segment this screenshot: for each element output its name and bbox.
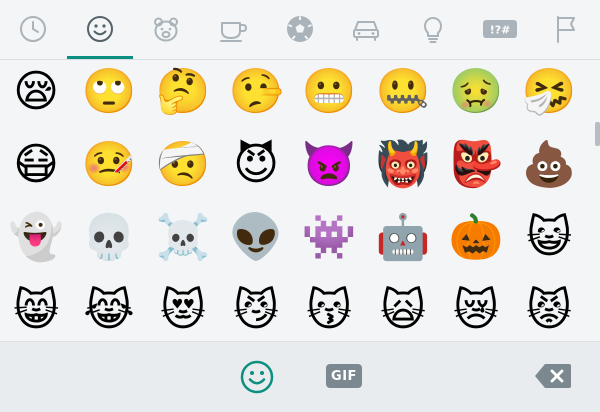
scrollbar[interactable] (595, 122, 600, 146)
emoji-grid: 😪 🙄 🤔 🤥 😬 🤐 🤢 🤧 😷 🤒 🤕 😈 👿 👹 👺 💩 👻 💀 ☠️ 👽 👾 🤖 🎃 😺 😸 😹 😻 😼 😽 🙀 😿 😾 (0, 60, 600, 341)
emoji-key[interactable]: 😿 (449, 284, 503, 338)
bottom-bar: GIF (0, 341, 600, 412)
tab-symbols[interactable]: !?# (467, 0, 533, 58)
emoji-key[interactable]: 👹 (376, 138, 431, 192)
soccer-ball-icon (287, 16, 313, 42)
category-tab-bar: !?# (0, 0, 600, 60)
emoji-key[interactable]: 🎃 (449, 211, 504, 265)
emoji-key[interactable]: 🤕 (156, 138, 211, 192)
emoji-key[interactable]: 😷 (9, 138, 63, 192)
emoji-key[interactable]: 😪 (9, 65, 63, 119)
emoji-key[interactable]: 😈 (229, 138, 283, 192)
emoji-key[interactable]: 👻 (9, 211, 64, 265)
emoji-key[interactable]: 👽 (229, 211, 284, 265)
tab-animals[interactable] (133, 0, 199, 58)
smiley-icon (87, 16, 113, 42)
emoji-key[interactable]: 🤖 (376, 211, 431, 265)
tab-travel[interactable] (333, 0, 399, 58)
tab-recent[interactable] (0, 0, 66, 58)
gif-button[interactable]: GIF (326, 364, 362, 388)
bear-icon (154, 17, 178, 42)
smiley-icon (240, 360, 274, 394)
tab-flags[interactable] (533, 0, 599, 58)
emoji-key[interactable]: 😸 (9, 284, 63, 338)
emoji-key[interactable]: 🙀 (376, 284, 430, 338)
emoji-key[interactable]: 😺 (522, 211, 576, 265)
clock-icon (20, 16, 46, 42)
symbols-tab-label: !?# (490, 24, 511, 37)
emoji-key[interactable]: 🤐 (376, 65, 431, 119)
emoji-key[interactable]: 😾 (522, 284, 576, 338)
emoji-key[interactable]: 🙄 (82, 65, 137, 119)
emoji-key[interactable]: 😬 (302, 65, 357, 119)
emoji-key[interactable]: 🤔 (156, 65, 211, 119)
emoji-key[interactable]: 👿 (302, 138, 357, 192)
backspace-button[interactable] (534, 362, 572, 390)
emoji-key[interactable]: 🤒 (82, 138, 137, 192)
emoji-key[interactable]: 😻 (156, 284, 210, 338)
emoji-key[interactable]: 😹 (82, 284, 136, 338)
emoji-picker: !?# 😪 🙄 🤔 🤥 😬 🤐 🤢 🤧 😷 🤒 🤕 😈 👿 👹 👺 💩 👻 💀 ☠️ 👽 👾 🤖 🎃 😺 😸 😹 😻 😼 😽 🙀 😿 😾 (0, 0, 600, 412)
gif-label: GIF (331, 368, 357, 384)
flag-icon (557, 16, 575, 43)
symbols-icon: !?# (483, 20, 517, 38)
emoji-key[interactable]: 💩 (522, 138, 577, 192)
emoji-key[interactable]: 😼 (229, 284, 283, 338)
emoji-key[interactable]: 👾 (302, 211, 357, 265)
emoji-key[interactable]: 💀 (82, 211, 137, 265)
emoji-key[interactable]: ☠️ (156, 211, 211, 265)
emoji-key[interactable]: 😽 (302, 284, 356, 338)
emoji-key[interactable]: 🤧 (522, 65, 577, 119)
emoji-keyboard-button[interactable] (238, 358, 276, 396)
backspace-icon (535, 364, 571, 388)
cup-icon (220, 22, 247, 42)
tab-smileys[interactable] (67, 0, 133, 58)
tab-objects[interactable] (400, 0, 466, 58)
tab-food[interactable] (200, 0, 266, 58)
emoji-key[interactable]: 🤥 (229, 65, 284, 119)
emoji-key[interactable]: 🤢 (449, 65, 504, 119)
tab-activity[interactable] (267, 0, 333, 58)
emoji-key[interactable]: 👺 (449, 138, 504, 192)
lightbulb-icon (424, 17, 442, 43)
car-icon (353, 21, 379, 41)
